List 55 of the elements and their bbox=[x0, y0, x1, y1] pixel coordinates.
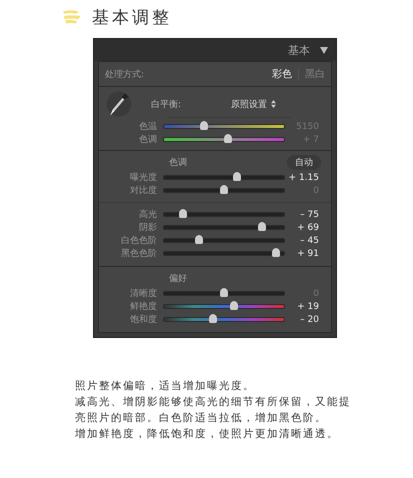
slider-label: 对比度 bbox=[129, 184, 158, 197]
tone-section-label: 色调 bbox=[169, 156, 188, 168]
presence-section-label: 偏好 bbox=[169, 272, 188, 284]
slider-label: 白色色阶 bbox=[120, 234, 158, 247]
slider-thumb[interactable] bbox=[194, 235, 203, 244]
slider-label: 曝光度 bbox=[129, 172, 158, 184]
slider-label: 黑色色阶 bbox=[120, 248, 158, 260]
slider-thumb[interactable] bbox=[272, 248, 280, 257]
treatment-label: 处理方式: bbox=[105, 68, 144, 80]
slider-value: + 19 bbox=[296, 302, 320, 312]
slider-track[interactable] bbox=[163, 291, 285, 296]
panel-title: 基本 bbox=[288, 42, 310, 58]
note-paragraph: 照片整体偏暗，适当增加曝光度。 bbox=[75, 379, 256, 394]
wb-preset-dropdown[interactable]: 原照设置 bbox=[231, 98, 276, 110]
slider-track[interactable] bbox=[163, 137, 285, 142]
slider-thumb[interactable] bbox=[233, 172, 242, 181]
slider-track[interactable] bbox=[163, 188, 285, 193]
slider-label: 阴影 bbox=[138, 222, 158, 234]
slider-track[interactable] bbox=[163, 124, 285, 129]
slider-value: – 20 bbox=[299, 314, 320, 324]
section-heading: 基本调整 bbox=[92, 6, 172, 28]
slider-thumb[interactable] bbox=[200, 121, 208, 130]
slider-label: 鲜艳度 bbox=[129, 300, 158, 313]
wb-mode-label: 白平衡: bbox=[151, 98, 182, 110]
slider-label: 饱和度 bbox=[129, 314, 158, 326]
slider-label: 高光 bbox=[138, 208, 158, 221]
auto-button[interactable]: 自动 bbox=[287, 154, 321, 170]
slider-thumb[interactable] bbox=[209, 314, 218, 323]
note-paragraph: 减高光、增阴影能够使高光的细节有所保留，又能提亮照片的暗部。白色阶适当拉低，增加黑色阶。 bbox=[75, 395, 352, 426]
up-down-arrows-icon bbox=[271, 100, 276, 108]
slider-label: 清晰度 bbox=[129, 288, 158, 300]
slider-track[interactable] bbox=[163, 212, 285, 217]
slider-thumb[interactable] bbox=[230, 301, 238, 310]
slider-track[interactable] bbox=[163, 317, 285, 322]
slider-value: – 75 bbox=[299, 210, 320, 220]
treatment-option[interactable]: 彩色 bbox=[272, 67, 292, 81]
slider-thumb[interactable] bbox=[220, 185, 228, 194]
eyedropper-icon[interactable] bbox=[105, 89, 133, 119]
slider-label: 色温 bbox=[138, 120, 158, 133]
note-paragraph: 增加鲜艳度，降低饱和度，使照片更加清晰通透。 bbox=[75, 427, 340, 442]
slider-value: + 69 bbox=[296, 222, 320, 232]
slider-value: – 45 bbox=[299, 236, 320, 246]
slider-thumb[interactable] bbox=[179, 209, 188, 218]
collapse-triangle-icon[interactable] bbox=[320, 46, 328, 54]
slider-track[interactable] bbox=[163, 175, 285, 180]
slider-track[interactable] bbox=[163, 304, 285, 309]
slider-label: 色调 bbox=[138, 134, 158, 146]
slider-thumb[interactable] bbox=[220, 288, 228, 297]
slider-track[interactable] bbox=[163, 251, 285, 256]
slider-track[interactable] bbox=[163, 238, 285, 243]
slider-thumb[interactable] bbox=[258, 222, 266, 231]
slider-value: + 91 bbox=[296, 248, 320, 258]
slider-thumb[interactable] bbox=[224, 134, 232, 143]
slider-value: + 1.15 bbox=[288, 172, 320, 182]
slider-track[interactable] bbox=[163, 225, 285, 230]
